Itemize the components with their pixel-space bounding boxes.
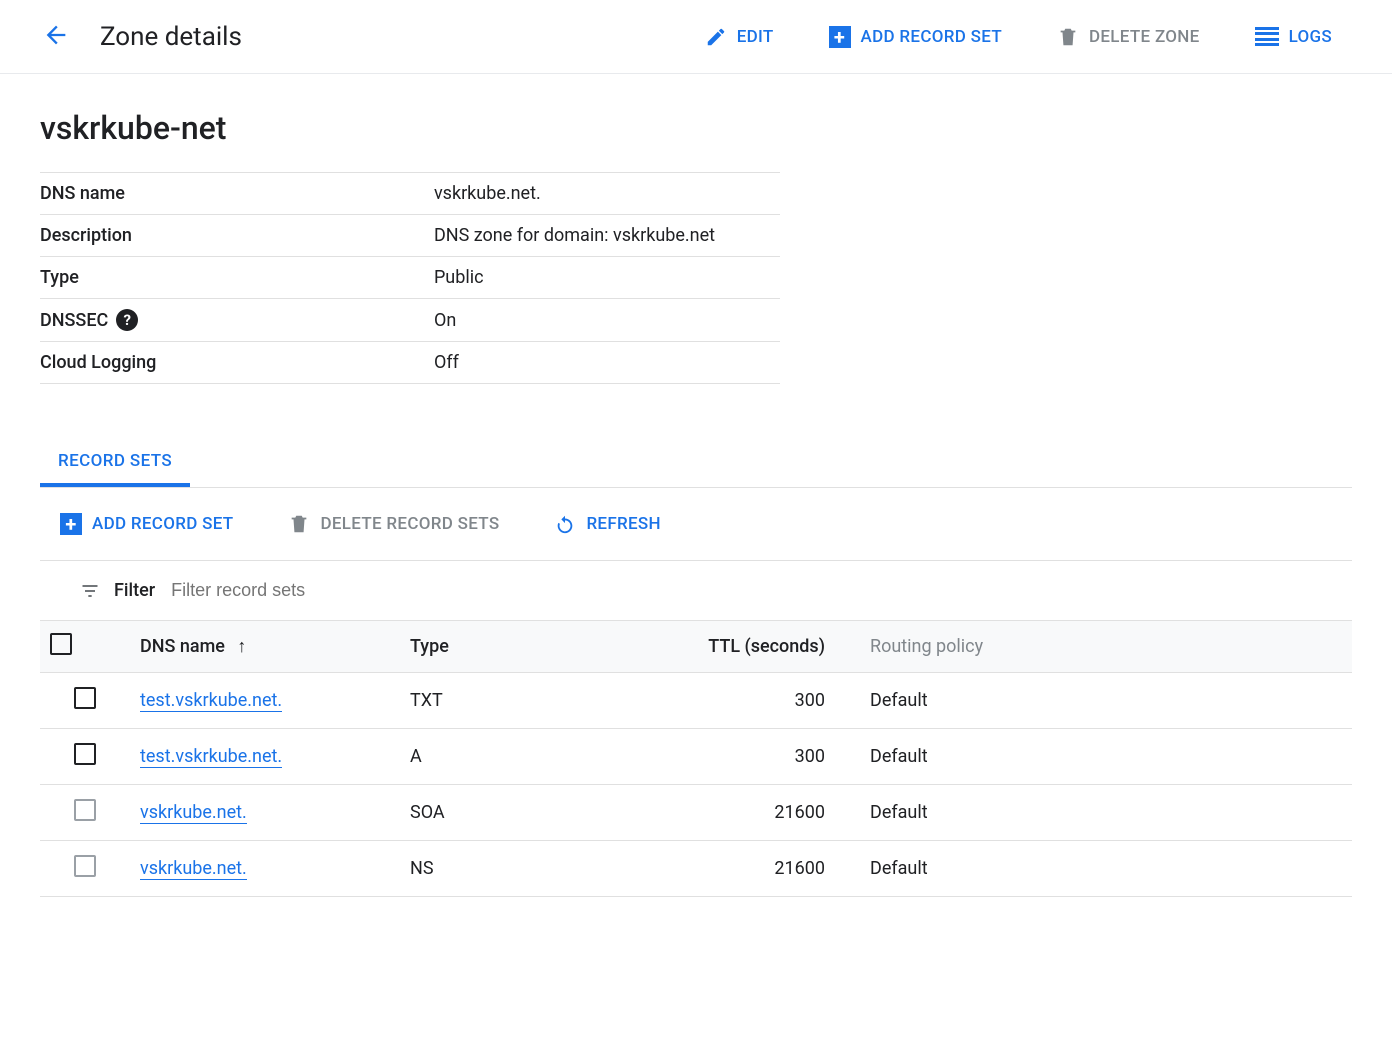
select-all-checkbox[interactable]: [50, 633, 72, 655]
logs-button[interactable]: LOGS: [1255, 27, 1332, 47]
filter-input[interactable]: [169, 579, 569, 602]
meta-value: DNS zone for domain: vskrkube.net: [434, 215, 780, 257]
main-content: vskrkube-net DNS name vskrkube.net. Desc…: [0, 74, 1392, 897]
meta-label: Cloud Logging: [40, 352, 360, 373]
meta-value: vskrkube.net.: [434, 173, 780, 215]
trash-icon: [1057, 26, 1079, 48]
edit-label: EDIT: [737, 27, 774, 47]
record-routing-policy: Default: [860, 673, 1352, 729]
meta-row-description: Description DNS zone for domain: vskrkub…: [40, 215, 780, 257]
help-icon[interactable]: ?: [116, 309, 138, 331]
records-toolbar: + ADD RECORD SET DELETE RECORD SETS REFR…: [40, 488, 1352, 561]
delete-record-sets-label: DELETE RECORD SETS: [320, 514, 499, 534]
top-actions: EDIT + ADD RECORD SET DELETE ZONE LOGS: [705, 26, 1332, 48]
zone-meta-table: DNS name vskrkube.net. Description DNS z…: [40, 172, 780, 384]
add-record-set-button[interactable]: + ADD RECORD SET: [829, 26, 1002, 48]
zone-name: vskrkube-net: [40, 109, 1352, 147]
record-ttl: 300: [600, 673, 860, 729]
meta-row-dnssec: DNSSEC ? On: [40, 299, 780, 342]
trash-icon: [288, 513, 310, 535]
filter-label: Filter: [114, 580, 155, 601]
meta-value: Public: [434, 257, 780, 299]
sort-asc-icon: ↑: [237, 636, 246, 657]
col-routing-policy[interactable]: Routing policy: [860, 621, 1352, 673]
col-dns-name[interactable]: DNS name ↑: [130, 621, 400, 673]
record-type: A: [400, 729, 600, 785]
delete-zone-button[interactable]: DELETE ZONE: [1057, 26, 1200, 48]
pencil-icon: [705, 26, 727, 48]
record-link[interactable]: test.vskrkube.net.: [140, 746, 282, 768]
back-button[interactable]: [40, 21, 72, 53]
col-dns-name-label: DNS name: [140, 636, 225, 657]
topbar: Zone details EDIT + ADD RECORD SET DELET…: [0, 0, 1392, 74]
meta-label: DNSSEC: [40, 310, 108, 331]
plus-square-icon: +: [60, 513, 82, 535]
record-routing-policy: Default: [860, 785, 1352, 841]
filter-icon: [80, 581, 100, 601]
meta-label: DNS name: [40, 183, 360, 204]
refresh-icon: [554, 513, 576, 535]
refresh-label: REFRESH: [586, 514, 660, 534]
table-row: test.vskrkube.net. A300Default: [40, 729, 1352, 785]
meta-row-cloud-logging: Cloud Logging Off: [40, 342, 780, 384]
record-routing-policy: Default: [860, 841, 1352, 897]
tab-row: RECORD SETS: [40, 439, 1352, 488]
record-link[interactable]: vskrkube.net.: [140, 802, 247, 824]
logs-icon: [1255, 27, 1279, 47]
meta-value: Off: [434, 342, 780, 384]
record-link[interactable]: test.vskrkube.net.: [140, 690, 282, 712]
record-ttl: 21600: [600, 841, 860, 897]
add-record-set-label: ADD RECORD SET: [861, 27, 1002, 47]
arrow-left-icon: [42, 21, 70, 53]
page-title: Zone details: [100, 22, 242, 52]
meta-label: Type: [40, 267, 360, 288]
row-checkbox[interactable]: [74, 799, 96, 821]
edit-button[interactable]: EDIT: [705, 26, 774, 48]
refresh-button[interactable]: REFRESH: [554, 513, 660, 535]
table-row: vskrkube.net. SOA21600Default: [40, 785, 1352, 841]
plus-square-icon: +: [829, 26, 851, 48]
delete-zone-label: DELETE ZONE: [1089, 27, 1200, 47]
meta-value: On: [434, 299, 780, 342]
row-checkbox[interactable]: [74, 743, 96, 765]
record-ttl: 300: [600, 729, 860, 785]
record-routing-policy: Default: [860, 729, 1352, 785]
record-type: TXT: [400, 673, 600, 729]
meta-row-dns-name: DNS name vskrkube.net.: [40, 173, 780, 215]
record-type: NS: [400, 841, 600, 897]
delete-record-sets-button[interactable]: DELETE RECORD SETS: [288, 513, 499, 535]
add-record-set-label: ADD RECORD SET: [92, 514, 233, 534]
meta-row-type: Type Public: [40, 257, 780, 299]
record-link[interactable]: vskrkube.net.: [140, 858, 247, 880]
add-record-set-button-2[interactable]: + ADD RECORD SET: [60, 513, 233, 535]
filter-row: Filter: [40, 561, 1352, 620]
records-table: DNS name ↑ Type TTL (seconds) Routing po…: [40, 620, 1352, 897]
table-row: vskrkube.net. NS21600Default: [40, 841, 1352, 897]
record-ttl: 21600: [600, 785, 860, 841]
logs-label: LOGS: [1289, 27, 1332, 47]
row-checkbox[interactable]: [74, 687, 96, 709]
col-ttl[interactable]: TTL (seconds): [600, 621, 860, 673]
tab-record-sets[interactable]: RECORD SETS: [40, 439, 190, 487]
table-row: test.vskrkube.net. TXT300Default: [40, 673, 1352, 729]
record-type: SOA: [400, 785, 600, 841]
meta-label: Description: [40, 225, 360, 246]
col-type[interactable]: Type: [400, 621, 600, 673]
row-checkbox[interactable]: [74, 855, 96, 877]
